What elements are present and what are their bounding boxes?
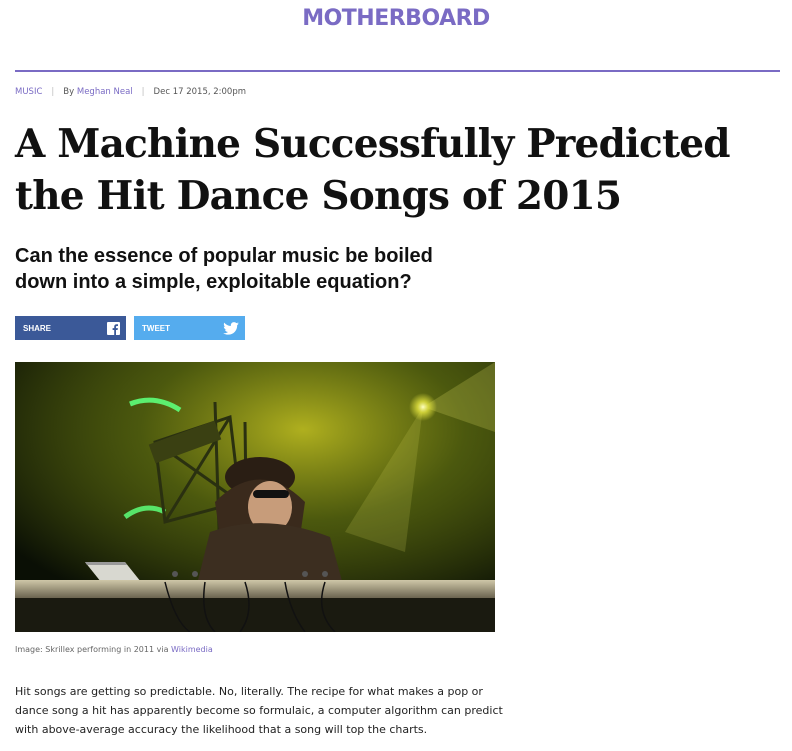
- facebook-share-label: SHARE: [23, 323, 52, 333]
- twitter-share-button[interactable]: TWEET: [134, 316, 245, 340]
- meta-separator: |: [141, 87, 145, 97]
- article-dek: Can the essence of popular music be boil…: [15, 243, 495, 295]
- publish-date: Dec 17 2015, 2:00pm: [153, 87, 247, 97]
- headline-line-1: A Machine Successfully Predicted: [15, 121, 731, 167]
- author-link[interactable]: Meghan Neal: [77, 87, 133, 97]
- headline-line-2: the Hit Dance Songs of 2015: [15, 173, 622, 219]
- facebook-icon: [107, 321, 120, 335]
- caption-source-link[interactable]: Wikimedia: [171, 645, 213, 654]
- hero-image: [15, 362, 495, 632]
- body-line-3: with above-average accuracy the likeliho…: [15, 723, 428, 736]
- image-caption: Image: Skrillex performing in 2011 via W…: [15, 645, 213, 654]
- hero-photo: [15, 362, 495, 632]
- byline-prefix: By: [63, 87, 75, 97]
- twitter-icon: [223, 321, 239, 335]
- article-body: Hit songs are getting so predictable. No…: [15, 682, 505, 739]
- meta-separator: |: [51, 87, 55, 97]
- dek-line-1: Can the essence of popular music be boil…: [15, 245, 433, 267]
- dek-line-2: down into a simple, exploitable equation…: [15, 271, 412, 293]
- share-buttons: SHARE TWEET: [15, 316, 245, 340]
- site-header: MOTHERBOARD: [0, 0, 792, 40]
- article-meta: MUSIC | By Meghan Neal | Dec 17 2015, 2:…: [15, 87, 246, 97]
- header-divider: [15, 70, 780, 72]
- category-link[interactable]: MUSIC: [15, 87, 42, 97]
- body-line-2: dance song a hit has apparently become s…: [15, 704, 503, 717]
- body-line-1: Hit songs are getting so predictable. No…: [15, 685, 483, 698]
- twitter-share-label: TWEET: [142, 323, 170, 333]
- caption-text: Image: Skrillex performing in 2011 via: [15, 645, 169, 654]
- facebook-share-button[interactable]: SHARE: [15, 316, 126, 340]
- article-headline: A Machine Successfully Predicted the Hit…: [15, 118, 775, 222]
- site-logo[interactable]: MOTHERBOARD: [302, 6, 490, 31]
